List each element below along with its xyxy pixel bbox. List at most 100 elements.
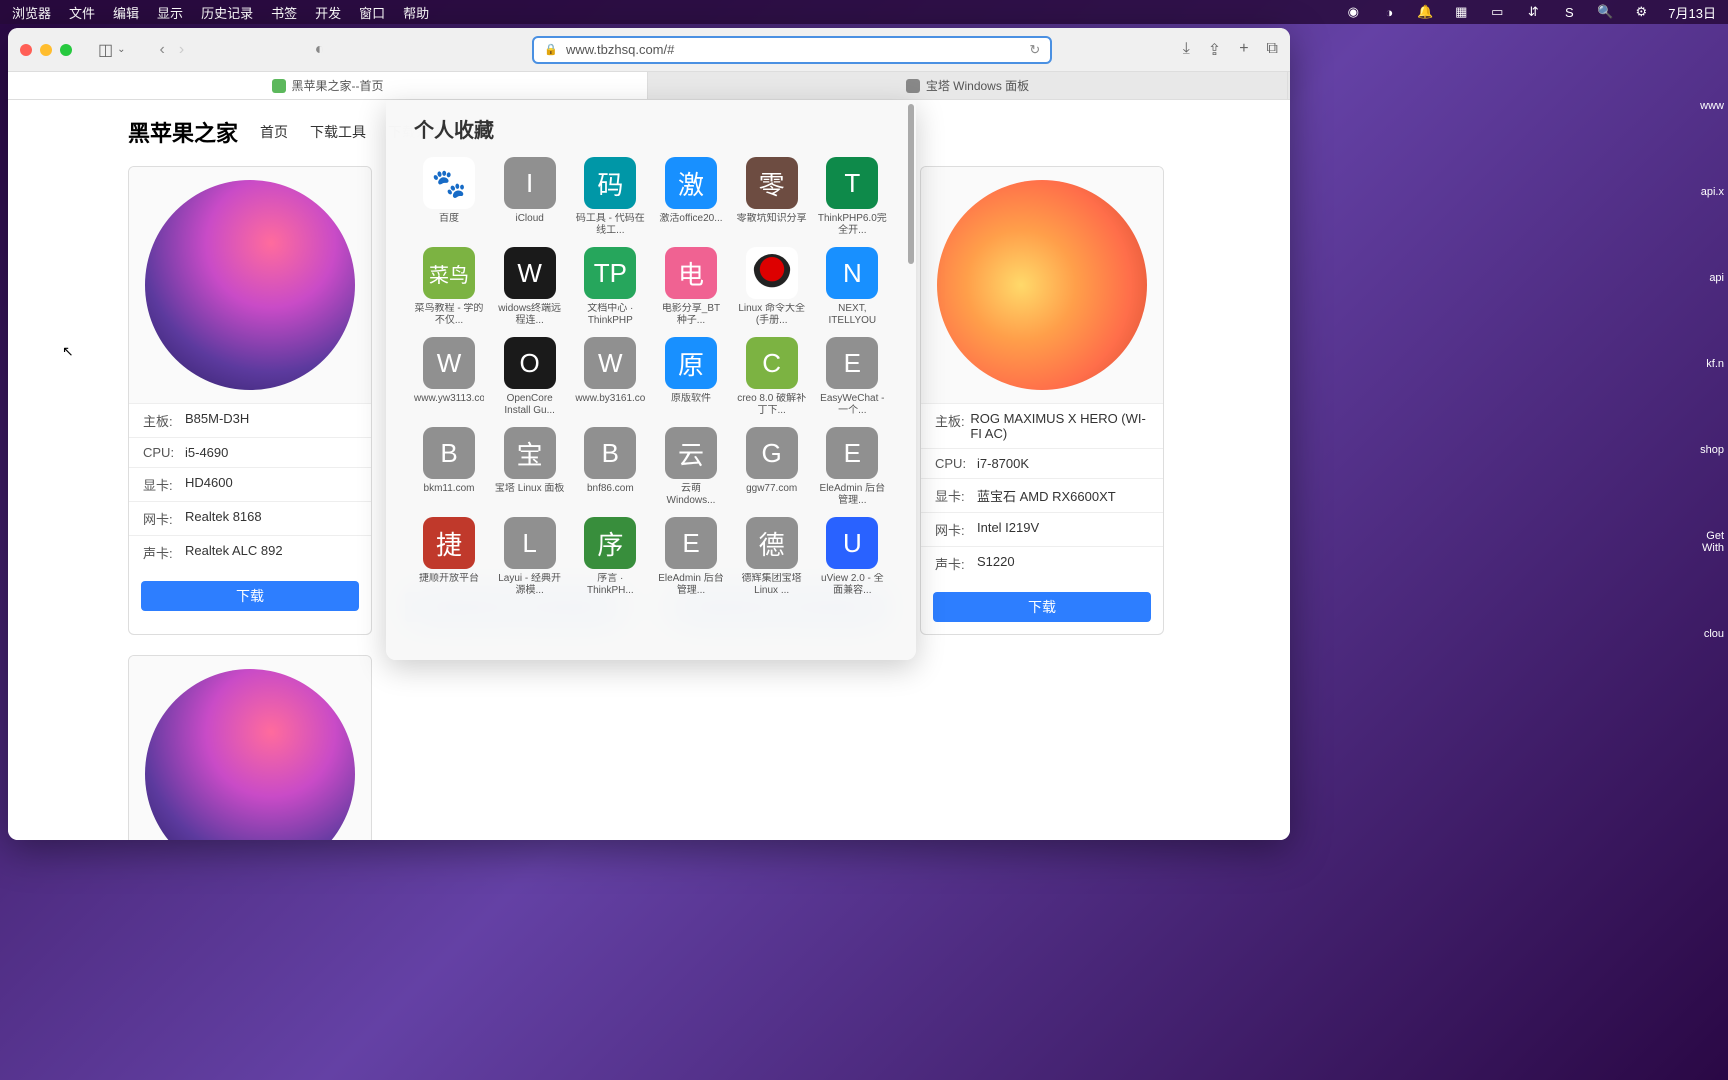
menu-edit[interactable]: 编辑 [113,3,139,22]
share-icon[interactable]: ⇪ [1208,40,1221,60]
nav-home[interactable]: 首页 [260,122,288,142]
tab-favicon [272,79,286,93]
favorite-item[interactable]: 宝宝塔 Linux 面板 [495,427,565,507]
address-bar[interactable]: 🔒 www.tbzhsq.com/# ↻ [532,36,1052,64]
favorite-item[interactable]: 德德辉集团宝塔 Linux ... [737,517,807,597]
download-icon[interactable]: ⤓ [1183,40,1190,60]
desktop-file[interactable]: api [1709,272,1728,284]
sidebar-toggle[interactable]: ◫ ⌄ [98,40,126,60]
spec-label: 主板: [143,411,185,430]
favorite-item[interactable]: Gggw77.com [737,427,807,507]
minimize-button[interactable] [40,44,52,56]
tab-title: 宝塔 Windows 面板 [926,77,1029,94]
download-button[interactable]: 下载 [933,592,1151,622]
favorite-item[interactable]: Bbkm11.com [414,427,484,507]
favorite-label: Layui - 经典开源模... [495,573,565,597]
spotlight-icon[interactable]: 🔍 [1596,3,1614,21]
favorite-item[interactable]: UuView 2.0 - 全面兼容... [817,517,887,597]
favorite-icon: 零 [746,157,798,209]
close-button[interactable] [20,44,32,56]
desktop-file[interactable]: kf.n [1706,358,1728,370]
tab-2[interactable]: 宝塔 Windows 面板 [648,72,1288,99]
new-tab-icon[interactable]: + [1239,40,1248,60]
favorite-item[interactable]: IiCloud [495,157,565,237]
favorite-item[interactable]: EEleAdmin 后台管理... [817,427,887,507]
nav-tools[interactable]: 下载工具 [310,122,366,142]
menu-develop[interactable]: 开发 [315,3,341,22]
favorite-item[interactable]: Ccreo 8.0 破解补丁下... [737,337,807,417]
menu-app[interactable]: 浏览器 [12,3,51,22]
favorite-item[interactable]: 捷捷顺开放平台 [414,517,484,597]
menu-view[interactable]: 显示 [157,3,183,22]
spec-value: S1220 [977,554,1015,573]
favorite-label: www.yw3113.com [414,393,484,417]
favorite-item[interactable]: Wwww.by3161.com [575,337,645,417]
desktop-file[interactable]: shop [1700,444,1728,456]
favorite-item[interactable]: 电电影分享_BT 种子... [656,247,726,327]
app-icon[interactable]: ▦ [1452,3,1470,21]
menu-window[interactable]: 窗口 [359,3,385,22]
desktop-file[interactable]: Get With [1702,530,1728,554]
favorite-icon: U [826,517,878,569]
favorite-item[interactable]: 码码工具 - 代码在线工... [575,157,645,237]
battery-icon[interactable]: ▭ [1488,3,1506,21]
favorite-item[interactable]: NNEXT, ITELLYOU [817,247,887,327]
favorite-item[interactable]: TThinkPHP6.0完全开... [817,157,887,237]
maximize-button[interactable] [60,44,72,56]
favorite-icon: T [826,157,878,209]
favorite-item[interactable]: Bbnf86.com [575,427,645,507]
desktop-file[interactable]: clou [1704,628,1728,640]
desktop-file[interactable]: www [1700,100,1728,112]
spec-label: 网卡: [143,509,185,528]
hackintosh-card: 主板:ROG MAXIMUS X HERO (WI-FI AC) CPU:i7-… [920,166,1164,635]
url-text: www.tbzhsq.com/# [566,42,1021,57]
tab-title: 黑苹果之家--首页 [292,77,384,94]
hackintosh-card: 主板:B85M-D3H CPU:i5-4690 显卡:HD4600 网卡:Rea… [128,166,372,635]
tabs-overview-icon[interactable]: ⧉ [1267,40,1278,60]
favorite-label: NEXT, ITELLYOU [817,303,887,327]
menu-bookmarks[interactable]: 书签 [271,3,297,22]
desktop-file[interactable]: api.x [1701,186,1728,198]
favorite-label: ggw77.com [737,483,807,507]
notification-icon[interactable]: 🔔 [1416,3,1434,21]
favorite-icon: W [423,337,475,389]
forward-button[interactable]: › [179,41,184,59]
input-icon[interactable]: ⇵ [1524,3,1542,21]
favorite-item[interactable]: Linux 命令大全 (手册... [737,247,807,327]
favorite-icon: 激 [665,157,717,209]
favorite-item[interactable]: 激激活office20... [656,157,726,237]
menu-history[interactable]: 历史记录 [201,3,253,22]
favorite-label: Linux 命令大全 (手册... [737,303,807,327]
favorite-item[interactable]: 序序言 · ThinkPH... [575,517,645,597]
menu-file[interactable]: 文件 [69,3,95,22]
tab-favicon [906,79,920,93]
privacy-shield-icon[interactable]: ◐ [315,41,325,59]
reload-icon[interactable]: ↻ [1029,42,1040,58]
favorite-icon: E [665,517,717,569]
control-center-icon[interactable]: ⚙ [1632,3,1650,21]
favorite-item[interactable]: TP文档中心 · ThinkPHP [575,247,645,327]
favorite-label: EasyWeChat - 一个... [817,393,887,417]
sogou-icon[interactable]: S [1560,3,1578,21]
menu-help[interactable]: 帮助 [403,3,429,22]
favorite-item[interactable]: Wwidows终端远程连... [495,247,565,327]
favorite-item[interactable]: 零零散坑知识分享 [737,157,807,237]
favorite-item[interactable]: LLayui - 经典开源模... [495,517,565,597]
record-icon[interactable]: ◉ [1344,3,1362,21]
back-button[interactable]: ‹ [160,41,165,59]
date-label[interactable]: 7月13日 [1668,3,1716,22]
favorite-item[interactable]: EEleAdmin 后台管理... [656,517,726,597]
scrollbar[interactable] [908,104,914,264]
download-button[interactable]: 下载 [141,581,359,611]
wechat-icon[interactable]: ◑ [1380,3,1398,21]
favorite-item[interactable]: 云云萌 Windows... [656,427,726,507]
spec-value: Realtek ALC 892 [185,543,283,562]
favorite-item[interactable]: 原原版软件 [656,337,726,417]
favorite-item[interactable]: 菜鸟菜鸟教程 - 学的不仅... [414,247,484,327]
favorite-item[interactable]: EEasyWeChat - 一个... [817,337,887,417]
favorite-item[interactable]: OOpenCore Install Gu... [495,337,565,417]
favorite-label: 序言 · ThinkPH... [575,573,645,597]
tab-1[interactable]: 黑苹果之家--首页 [8,72,648,99]
favorite-item[interactable]: Wwww.yw3113.com [414,337,484,417]
favorite-item[interactable]: 🐾百度 [414,157,484,237]
